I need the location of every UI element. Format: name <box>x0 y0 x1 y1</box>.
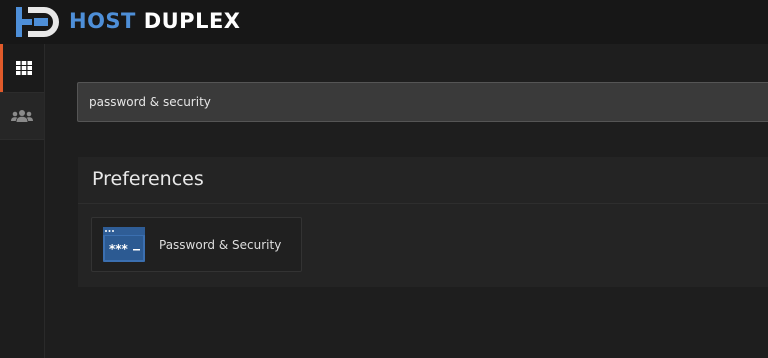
preferences-panel: Preferences *** Password & Security <box>78 157 768 287</box>
panel-title: Preferences <box>92 168 204 190</box>
grid-icon <box>15 61 32 75</box>
password-security-label: Password & Security <box>159 238 282 252</box>
brand-name: HOST DUPLEX <box>69 9 241 33</box>
users-icon <box>11 110 33 122</box>
brand-name-host: HOST <box>69 9 136 33</box>
top-bar: HOST DUPLEX <box>0 0 768 44</box>
sidebar-item-home[interactable] <box>0 44 44 92</box>
panel-header: Preferences <box>78 157 768 204</box>
search-input[interactable] <box>77 82 768 122</box>
password-window-icon: *** <box>103 227 145 262</box>
sidebar <box>0 44 45 358</box>
main-content: Preferences *** Password & Security <box>45 44 768 358</box>
hd-logo-icon <box>16 7 59 37</box>
sidebar-item-users[interactable] <box>0 92 44 140</box>
brand-name-duplex: DUPLEX <box>143 9 241 33</box>
password-mask-text: *** <box>109 242 129 256</box>
password-security-item[interactable]: *** Password & Security <box>91 217 302 272</box>
